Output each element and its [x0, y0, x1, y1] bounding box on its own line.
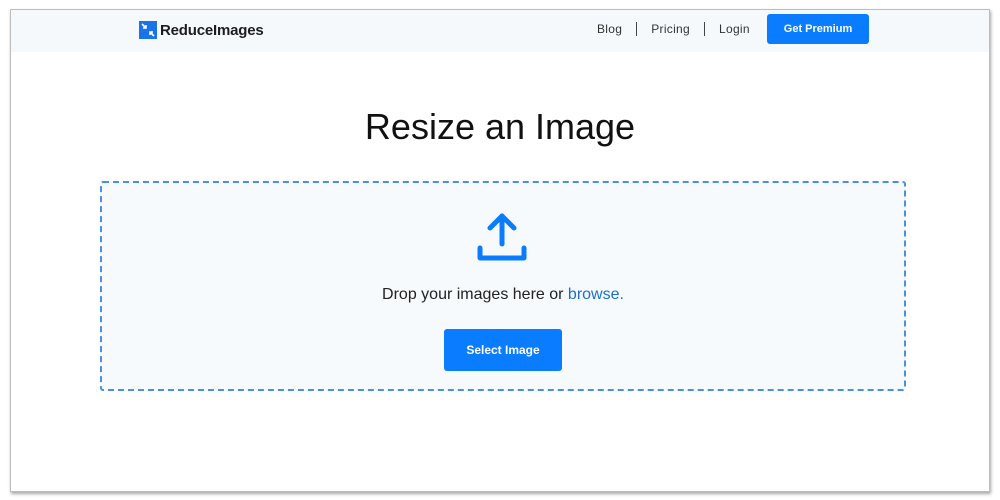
- site-header: ReduceImages Blog Pricing Login Get Prem…: [11, 10, 989, 52]
- get-premium-button[interactable]: Get Premium: [767, 14, 869, 44]
- dropzone-instructions: Drop your images here or browse.: [102, 286, 904, 304]
- drop-text: Drop your images here or: [382, 286, 564, 303]
- image-dropzone[interactable]: Drop your images here or browse. Select …: [100, 181, 906, 391]
- nav-blog[interactable]: Blog: [597, 22, 622, 36]
- main-nav: Blog Pricing Login: [597, 22, 750, 36]
- browser-window: ReduceImages Blog Pricing Login Get Prem…: [10, 9, 990, 492]
- logo[interactable]: ReduceImages: [139, 21, 264, 39]
- nav-login[interactable]: Login: [719, 22, 750, 36]
- select-image-button[interactable]: Select Image: [444, 329, 562, 371]
- nav-divider: [636, 22, 638, 36]
- browse-link[interactable]: browse.: [568, 286, 624, 303]
- compress-arrows-icon: [139, 21, 157, 39]
- brand-name: ReduceImages: [160, 21, 264, 39]
- upload-icon: [477, 213, 527, 261]
- page-title: Resize an Image: [364, 106, 636, 147]
- nav-divider: [704, 22, 705, 36]
- nav-pricing[interactable]: Pricing: [651, 22, 690, 36]
